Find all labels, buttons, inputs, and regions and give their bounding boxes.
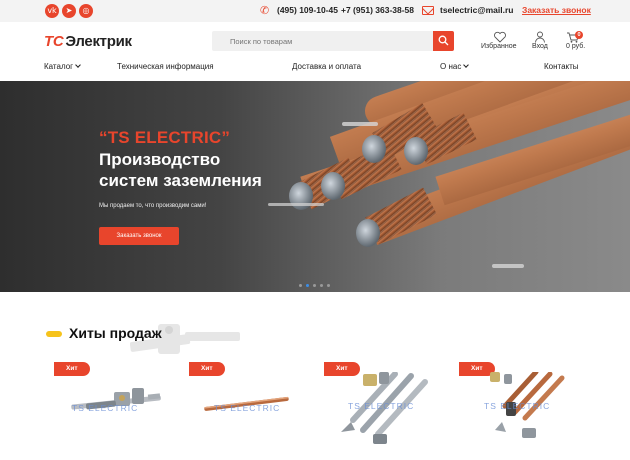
brand-watermark: TS ELECTRIC — [72, 403, 139, 413]
cart-count-badge: 0 — [575, 31, 583, 39]
brand-watermark: TS ELECTRIC — [484, 401, 551, 411]
mail-icon — [422, 6, 434, 15]
slider-dot[interactable] — [306, 284, 309, 287]
phone-icon: ✆ — [260, 4, 270, 17]
nav-about-label: О нас — [440, 62, 462, 71]
nav-catalog[interactable]: Каталог — [44, 62, 81, 71]
search-input[interactable] — [212, 31, 434, 51]
brand-watermark: TS ELECTRIC — [214, 403, 281, 413]
slider-dot[interactable] — [313, 284, 316, 287]
user-icon[interactable] — [533, 31, 547, 43]
section-title: Хиты продаж — [69, 325, 162, 341]
section-accent-bar — [46, 331, 62, 337]
brand-watermark: TS ELECTRIC — [348, 401, 415, 411]
hero-callback-button[interactable]: Заказать звонок — [99, 227, 179, 245]
favorites-label[interactable]: Избранное — [481, 43, 516, 50]
nav-about[interactable]: О нас — [440, 62, 470, 71]
product-image-3[interactable] — [333, 372, 433, 452]
hero-quote: “TS ELECTRIC” — [99, 128, 231, 147]
nav-tech-info[interactable]: Техническая информация — [117, 62, 214, 71]
phone-number-1[interactable]: (495) 109-10-45 — [277, 5, 338, 15]
logo[interactable]: ТС Электрик — [44, 33, 132, 50]
slider-dot[interactable] — [327, 284, 330, 287]
search-button[interactable] — [433, 31, 454, 51]
slider-dot[interactable] — [320, 284, 323, 287]
product-image-2[interactable] — [196, 372, 296, 422]
cart-total[interactable]: 0 руб. — [566, 43, 585, 50]
chevron-down-icon — [463, 62, 470, 68]
telegram-icon[interactable]: ➤ — [62, 4, 76, 18]
hero-title-line-1: Производство — [99, 150, 221, 169]
hero-image — [268, 81, 630, 268]
callback-link[interactable]: Заказать звонок — [522, 5, 591, 15]
instagram-icon[interactable]: ◎ — [79, 4, 93, 18]
nav-delivery[interactable]: Доставка и оплата — [292, 62, 361, 71]
vk-icon[interactable]: vk — [45, 4, 59, 18]
search-icon — [438, 35, 449, 46]
hero-subtitle: Мы продаем то, что производим сами! — [99, 203, 207, 209]
logo-prefix: ТС — [44, 33, 64, 50]
product-image-4[interactable] — [470, 372, 570, 452]
nav-contacts[interactable]: Контакты — [544, 62, 579, 71]
hero-title: Производство систем заземления — [99, 149, 299, 191]
login-label[interactable]: Вход — [532, 43, 548, 50]
phone-number-2[interactable]: +7 (951) 363-38-58 — [341, 5, 414, 15]
heart-icon[interactable] — [493, 31, 507, 43]
chevron-down-icon — [75, 62, 81, 68]
hero-title-line-2: систем заземления — [99, 171, 262, 190]
top-bar: vk ➤ ◎ ✆ (495) 109-10-45 +7 (951) 363-38… — [0, 0, 630, 22]
nav-catalog-label: Каталог — [44, 62, 74, 71]
slider-dot[interactable] — [299, 284, 302, 287]
product-image-1[interactable] — [66, 372, 166, 422]
email-link[interactable]: tselectric@mail.ru — [440, 5, 514, 15]
logo-text: Электрик — [65, 33, 132, 50]
hero-banner: “TS ELECTRIC” Производство систем заземл… — [0, 81, 630, 292]
